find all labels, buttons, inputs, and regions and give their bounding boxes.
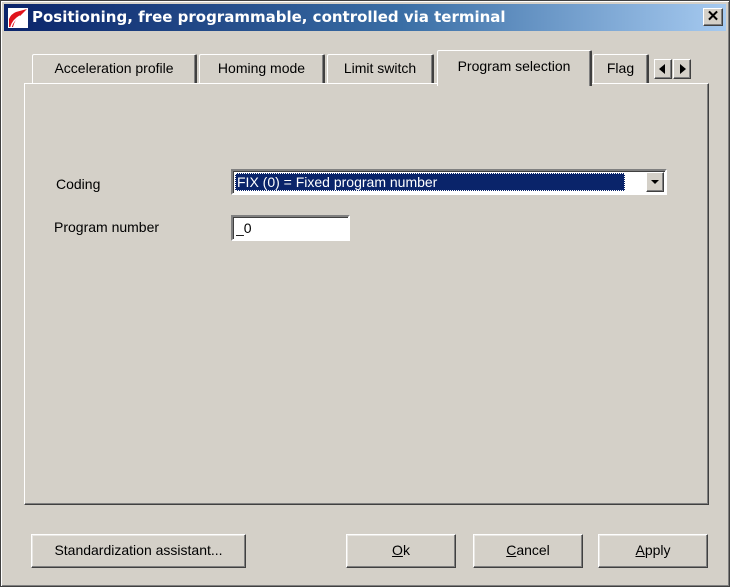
- cancel-accel-key: C: [506, 542, 517, 558]
- tab-page-program-selection: [24, 83, 709, 505]
- tab-homing-mode[interactable]: Homing mode: [199, 54, 325, 83]
- tab-flag[interactable]: Flag: [593, 54, 649, 83]
- arrow-left-icon: [659, 64, 665, 74]
- standardization-assistant-button[interactable]: Standardization assistant...: [31, 534, 246, 568]
- tab-acceleration-profile[interactable]: Acceleration profile: [32, 54, 197, 83]
- coding-dropdown-button[interactable]: [646, 172, 664, 192]
- coding-selected-value[interactable]: FIX (0) = Fixed program number: [235, 173, 625, 191]
- ok-accel-key: O: [392, 542, 403, 558]
- program-number-input[interactable]: [231, 215, 350, 241]
- coding-label: Coding: [56, 176, 101, 192]
- cancel-label: ancel: [516, 542, 550, 558]
- apply-accel-key: A: [635, 542, 645, 558]
- ok-label: k: [402, 542, 410, 558]
- arrow-right-icon: [680, 64, 686, 74]
- tab-program-selection[interactable]: Program selection: [437, 50, 592, 86]
- tab-scroll-left-button[interactable]: [654, 59, 672, 79]
- apply-label: pply: [644, 542, 671, 558]
- apply-button[interactable]: Apply: [598, 534, 708, 568]
- coding-select[interactable]: FIX (0) = Fixed program number: [231, 169, 667, 195]
- program-number-label: Program number: [54, 219, 160, 235]
- ok-button[interactable]: Ok: [346, 534, 456, 568]
- tab-limit-switch[interactable]: Limit switch: [327, 54, 434, 83]
- cancel-button[interactable]: Cancel: [473, 534, 583, 568]
- tab-scroll-right-button[interactable]: [673, 59, 691, 79]
- chevron-down-icon: [651, 180, 659, 184]
- tab-strip: Acceleration profile Homing mode Limit s…: [1, 1, 730, 91]
- dialog-window: Positioning, free programmable, controll…: [0, 0, 730, 587]
